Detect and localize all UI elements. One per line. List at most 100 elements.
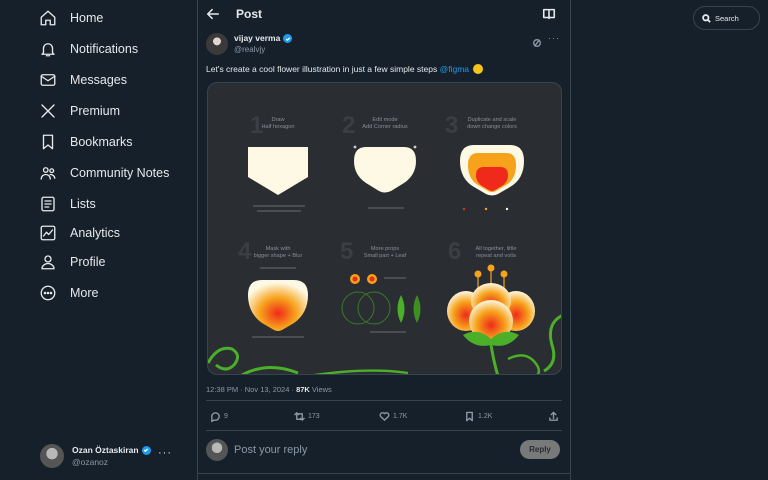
account-handle: @ozanoz [72, 457, 109, 467]
share-button[interactable] [548, 411, 559, 422]
reader-mode-icon[interactable] [542, 7, 558, 23]
sidebar-item-label: Lists [70, 197, 96, 211]
reply-submit-button[interactable]: Reply [520, 440, 560, 459]
heart-icon [379, 412, 390, 421]
verified-badge-icon [141, 445, 151, 455]
avatar [40, 444, 64, 468]
post-column: Post vijay verma @realvjy ··· Let's crea… [197, 0, 571, 480]
sidebar-item-premium[interactable]: Premium [38, 99, 120, 123]
more-circle-icon [38, 283, 58, 303]
sidebar-nav: Home Notifications Messages Premium Book… [0, 0, 197, 480]
sidebar-item-label: Home [70, 11, 104, 25]
flower-stem [489, 344, 499, 374]
step-caption: Edit mode [372, 117, 397, 123]
step-caption: Draw [271, 117, 285, 123]
search-icon [702, 13, 711, 23]
divider [198, 473, 570, 474]
step-caption: Mask with [266, 246, 291, 252]
bookmark-icon [466, 411, 473, 422]
sidebar-item-label: Profile [70, 255, 106, 269]
shape-props-line [370, 331, 406, 333]
rounded-hexagon-shape [354, 147, 416, 193]
stamen-dot-core [369, 276, 375, 282]
sidebar-item-label: Premium [70, 104, 121, 118]
blurred-petal-shape [248, 280, 308, 331]
step-number: 3 [445, 112, 458, 139]
sidebar-item-messages[interactable]: Messages [38, 68, 127, 92]
account-name-row: Ozan Öztaskiran [72, 444, 151, 456]
person-icon [38, 252, 58, 272]
step-number: 4 [238, 238, 252, 265]
repost-button[interactable]: 173 [294, 411, 320, 422]
shape-props-line [260, 267, 296, 269]
people-icon [38, 163, 58, 183]
x-logo-icon [38, 101, 58, 121]
bookmark-button[interactable]: 1.2K [464, 411, 492, 422]
step-caption: repeat and voila [476, 253, 517, 259]
flower-tutorial-illustration: 1 Draw Half hexagon 2 Edit mode Add Corn… [208, 112, 561, 374]
step-caption: Half hexagon [262, 124, 295, 130]
page-title: Post [236, 7, 263, 21]
corner-handle [353, 145, 357, 149]
divider [206, 400, 562, 401]
shape-props-line [257, 210, 301, 212]
envelope-icon [38, 70, 58, 90]
sidebar-item-label: Notifications [70, 42, 139, 56]
post-text-body: Let's create a cool flower illustration … [206, 64, 440, 74]
avatar[interactable] [206, 33, 228, 55]
shape-props-line [368, 207, 404, 209]
sidebar-item-analytics[interactable]: Analytics [38, 221, 120, 245]
reply-composer: Reply [206, 438, 564, 462]
step-caption: Add Corner radius [362, 124, 408, 130]
sidebar-item-bookmarks[interactable]: Bookmarks [38, 130, 133, 154]
views-label: Views [309, 385, 332, 394]
sidebar-item-label: More [70, 286, 99, 300]
post-text: Let's create a cool flower illustration … [206, 64, 484, 74]
reply-button[interactable]: 9 [210, 411, 228, 422]
post-author[interactable]: vijay verma @realvjy [206, 33, 293, 55]
stamen-head [474, 270, 482, 278]
stamen-head [487, 264, 495, 272]
color-swatch [462, 207, 466, 211]
bell-icon [38, 39, 58, 59]
post-actions: 9 173 1.7K 1.2K [198, 405, 570, 429]
page-header: Post [198, 0, 570, 30]
bookmark-icon [38, 132, 58, 152]
leaf-shape [397, 295, 405, 323]
vine-right [543, 314, 561, 373]
sidebar-item-more[interactable]: More [38, 281, 98, 305]
reply-icon [211, 412, 220, 422]
repost-icon [294, 412, 305, 421]
sidebar-item-home[interactable]: Home [38, 6, 103, 30]
mention-link[interactable]: @figma [440, 64, 469, 74]
bookmark-count: 1.2K [478, 413, 493, 420]
post-timestamp[interactable]: 12:38 PM · Nov 13, 2024 · [206, 385, 296, 394]
shape-props-line [252, 336, 304, 338]
search-box[interactable]: Search [693, 6, 760, 30]
post-more-icon[interactable]: ··· [548, 33, 560, 43]
sidebar-item-community-notes[interactable]: Community Notes [38, 161, 169, 185]
shape-props-line [384, 277, 406, 279]
account-more-icon[interactable]: ··· [158, 447, 185, 459]
sidebar-item-lists[interactable]: Lists [38, 192, 96, 216]
like-button[interactable]: 1.7K [379, 411, 407, 422]
step-caption: More props [371, 246, 399, 252]
post-image[interactable]: 1 Draw Half hexagon 2 Edit mode Add Corn… [207, 82, 562, 375]
step-caption: Duplicate and scale [468, 117, 517, 123]
reply-input[interactable] [234, 442, 484, 458]
sidebar-item-label: Messages [70, 73, 127, 87]
sidebar-item-label: Community Notes [70, 166, 170, 180]
author-info: vijay verma @realvjy [234, 33, 293, 55]
shape-props-line [253, 205, 305, 207]
sidebar-item-notifications[interactable]: Notifications [38, 37, 138, 61]
grok-icon[interactable] [532, 35, 544, 47]
author-handle[interactable]: @realvjy [234, 44, 292, 55]
author-name[interactable]: vijay verma [234, 33, 280, 44]
divider [206, 430, 562, 431]
vine-left [208, 346, 239, 371]
sidebar-item-label: Bookmarks [70, 135, 133, 149]
reply-count: 9 [224, 413, 228, 420]
sidebar-item-profile[interactable]: Profile [38, 250, 105, 274]
step-number: 2 [342, 112, 355, 139]
back-arrow-icon[interactable] [206, 7, 222, 23]
